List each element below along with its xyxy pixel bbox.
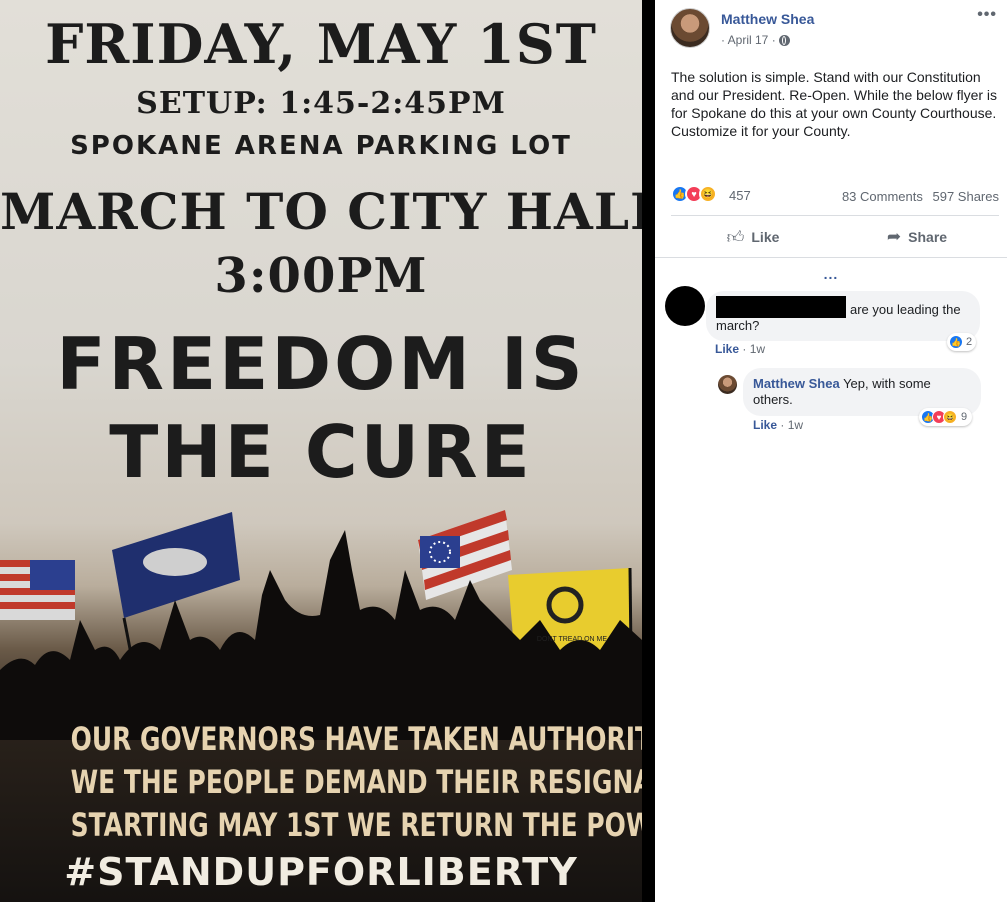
flyer-tagline-1: OUR GOVERNORS HAVE TAKEN AUTHORITY THEY … [70,720,642,758]
separator: · [777,418,788,432]
post-reactions-row: 👍 ♥ 😆 457 83 Comments 597 Shares [671,185,999,207]
redacted-commenter-name [716,296,846,318]
post-date[interactable]: · April 17 · [721,33,776,47]
flyer-image: FRIDAY, MAY 1ST SETUP: 1:45-2:45PM SPOKA… [0,0,642,902]
separator: · [739,342,750,356]
post-panel: Matthew Shea · April 17 · ••• The soluti… [655,0,1007,902]
flyer-tagline-2: WE THE PEOPLE DEMAND THEIR RESIGNATION [70,763,642,801]
share-button[interactable]: ➦ Share [835,220,999,254]
reply-actions: Like · 1w [753,418,803,432]
shares-count[interactable]: 597 Shares [933,189,1000,204]
flyer-hashtag: #STANDUPFORLIBERTY [64,850,578,894]
share-label: Share [908,229,948,245]
reply-reaction-count: 9 [961,411,968,423]
thumbs-up-icon: 👍︎ [726,227,745,247]
reply-author-avatar[interactable] [718,375,737,394]
photo-viewer[interactable]: FRIDAY, MAY 1ST SETUP: 1:45-2:45PM SPOKA… [0,0,655,902]
comment-like-link[interactable]: Like [715,342,739,356]
haha-reaction-icon[interactable]: 😆 [699,185,717,203]
post-actions: 👍︎ Like ➦ Share [671,220,999,254]
post-author-name[interactable]: Matthew Shea [721,11,814,27]
reply-time[interactable]: 1w [788,418,803,432]
haha-reaction-icon: 😆 [943,410,957,424]
flyer-march-time: 3:00PM [214,248,428,304]
flyer-setup-time: SETUP: 1:45-2:45PM [136,86,506,121]
author-avatar[interactable] [670,8,710,48]
flyer-march: MARCH TO CITY HALL [0,182,642,241]
comments-count[interactable]: 83 Comments [842,189,923,204]
reply-author-name[interactable]: Matthew Shea [753,376,840,391]
like-button[interactable]: 👍︎ Like [671,220,835,254]
betsy-ross-flag [418,510,512,600]
like-label: Like [751,229,780,245]
flyer-date: FRIDAY, MAY 1ST [45,12,597,76]
commenter-avatar-redacted[interactable] [665,286,705,326]
us-flag-left [0,560,75,620]
comment-time[interactable]: 1w [750,342,765,356]
reaction-count[interactable]: 457 [729,188,751,203]
flyer-headline-1: FREEDOM IS [56,322,586,406]
comment-actions: Like · 1w [715,342,765,356]
gadsden-flag-text: DONT TREAD ON ME [537,636,607,643]
flyer-tagline-3: STARTING MAY 1ST WE RETURN THE POWER TO … [70,806,642,844]
like-reaction-icon: 👍 [949,335,963,349]
reply-reactions[interactable]: 👍 ♥ 😆 9 [919,408,973,426]
view-more-comments[interactable]: ... [655,266,1007,282]
post-text: The solution is simple. Stand with our C… [671,69,998,139]
comment-reaction-count: 2 [966,336,973,348]
crowd-silhouette-illustration: DONT TREAD ON ME [0,510,642,740]
engagement-counts: 83 Comments 597 Shares [842,189,999,204]
divider [655,257,1007,258]
more-options-icon[interactable]: ••• [977,6,997,24]
comment-bubble: are you leading the march? [706,291,980,341]
comment-reactions[interactable]: 👍 2 [947,333,977,351]
globe-icon [778,34,790,46]
divider [671,215,999,216]
flyer-location: SPOKANE ARENA PARKING LOT [70,131,572,161]
reply-like-link[interactable]: Like [753,418,777,432]
post-meta: · April 17 · [721,33,790,47]
share-arrow-icon: ➦ [886,227,902,246]
flyer-headline-2: THE CURE [109,410,533,494]
